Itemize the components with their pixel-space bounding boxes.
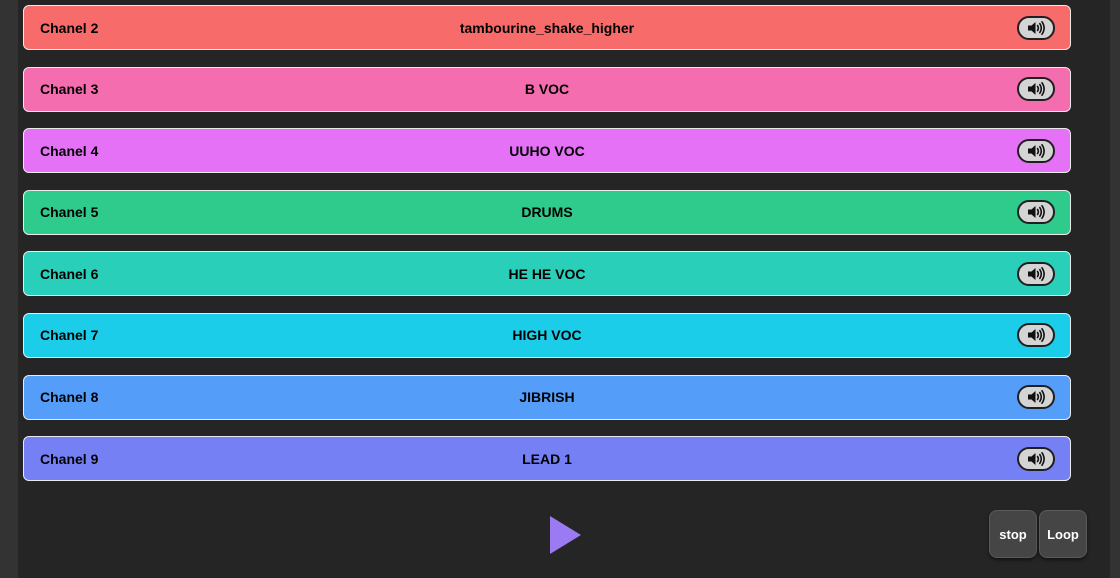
channel-row: Chanel 5 DRUMS: [23, 189, 1071, 235]
channel-row: Chanel 3 B VOC: [23, 66, 1071, 112]
channel-label: Chanel 2: [40, 19, 99, 36]
track-name: DRUMS: [521, 204, 573, 221]
mute-button[interactable]: [1017, 77, 1055, 102]
speaker-icon: [1026, 327, 1046, 343]
track-name: HE HE VOC: [508, 265, 586, 282]
channel-row: Chanel 6 HE HE VOC: [23, 251, 1071, 297]
track-name: JIBRISH: [519, 389, 575, 406]
speaker-icon: [1026, 81, 1046, 97]
mute-button[interactable]: [1017, 261, 1055, 286]
play-icon: [550, 516, 581, 554]
speaker-icon: [1026, 451, 1046, 467]
channel-label: Chanel 8: [40, 389, 99, 406]
channel-label: Chanel 5: [40, 204, 99, 221]
speaker-icon: [1026, 143, 1046, 159]
mute-button[interactable]: [1017, 15, 1055, 40]
channel-row: Chanel 9 LEAD 1: [23, 436, 1071, 482]
stop-button[interactable]: stop: [989, 510, 1037, 558]
track-name: HIGH VOC: [512, 327, 582, 344]
track-name: UUHO VOC: [509, 142, 585, 159]
speaker-icon: [1026, 266, 1046, 282]
mute-button[interactable]: [1017, 138, 1055, 163]
speaker-icon: [1026, 20, 1046, 36]
loop-button[interactable]: Loop: [1039, 510, 1087, 558]
channel-label: Chanel 7: [40, 327, 99, 344]
channel-label: Chanel 9: [40, 450, 99, 467]
track-name: B VOC: [524, 81, 570, 98]
channel-list: Chanel 2 tambourine_shake_higher Chanel …: [23, 5, 1071, 498]
channel-row: Chanel 4 UUHO VOC: [23, 128, 1071, 174]
channel-row: Chanel 7 HIGH VOC: [23, 312, 1071, 358]
mute-button[interactable]: [1017, 200, 1055, 225]
channel-label: Chanel 6: [40, 265, 99, 282]
channel-label: Chanel 3: [40, 81, 99, 98]
speaker-icon: [1026, 389, 1046, 405]
channel-label: Chanel 4: [40, 142, 99, 159]
track-name: tambourine_shake_higher: [459, 19, 635, 36]
play-button[interactable]: [549, 515, 583, 555]
channel-row: Chanel 8 JIBRISH: [23, 374, 1071, 420]
mute-button[interactable]: [1017, 446, 1055, 471]
channel-row: Chanel 2 tambourine_shake_higher: [23, 5, 1071, 50]
track-name: LEAD 1: [522, 450, 572, 467]
speaker-icon: [1026, 204, 1046, 220]
mute-button[interactable]: [1017, 385, 1055, 410]
mute-button[interactable]: [1017, 323, 1055, 348]
